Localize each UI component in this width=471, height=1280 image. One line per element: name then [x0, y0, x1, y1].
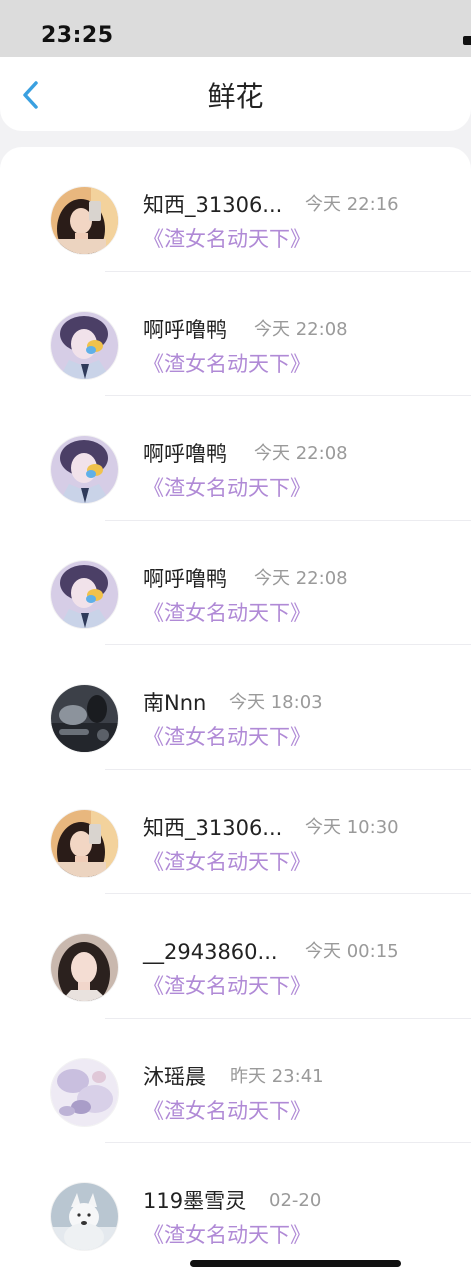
- avatar: [51, 685, 118, 752]
- user-name: 啊呼噜鸭: [143, 442, 227, 466]
- avatar: [51, 436, 118, 503]
- list-item[interactable]: 沐瑶晨 昨天 23:41 《渣女名动天下》: [0, 1019, 471, 1143]
- user-name: 啊呼噜鸭: [143, 566, 227, 591]
- nav-bar: 鲜花: [0, 57, 471, 131]
- list-item[interactable]: 啊呼噜鸭 今天 22:08 《渣女名动天下》: [0, 396, 471, 521]
- list-item[interactable]: __2943860... 今天 00:15 《渣女名动天下》: [0, 894, 471, 1019]
- timestamp: 今天 22:16: [305, 194, 399, 215]
- battery-icon: [463, 36, 471, 45]
- avatar: [51, 1058, 118, 1126]
- timestamp: 今天 22:08: [254, 567, 348, 589]
- status-time: 23:25: [41, 23, 114, 48]
- timestamp: 02-20: [269, 1190, 322, 1211]
- avatar-dark-photo-icon: [51, 685, 118, 752]
- user-name: 啊呼噜鸭: [143, 317, 227, 342]
- user-name: 沐瑶晨: [143, 1064, 206, 1089]
- avatar-girl-selfie-icon: [51, 187, 118, 254]
- avatar: [51, 809, 118, 877]
- avatar: [51, 311, 118, 379]
- avatar-girl-portrait-icon: [51, 934, 118, 1001]
- book-title-link[interactable]: 《渣女名动天下》: [143, 1221, 311, 1249]
- avatar: [51, 934, 118, 1001]
- avatar: [51, 560, 118, 628]
- book-title-link[interactable]: 《渣女名动天下》: [143, 723, 311, 751]
- book-title-link[interactable]: 《渣女名动天下》: [143, 350, 311, 378]
- timestamp: 昨天 23:41: [230, 1065, 324, 1087]
- status-bar: 23:25: [0, 0, 471, 57]
- user-name: 知西_31306...: [143, 193, 283, 217]
- avatar-anime-boy-icon: [51, 436, 118, 503]
- list-item[interactable]: 119墨雪灵 02-20 《渣女名动天下》: [0, 1143, 471, 1268]
- timestamp: 今天 18:03: [229, 692, 323, 713]
- book-title-link[interactable]: 《渣女名动天下》: [143, 225, 311, 253]
- avatar-girl-selfie-icon: [51, 809, 118, 877]
- user-name: __2943860...: [143, 940, 278, 964]
- timestamp: 今天 10:30: [305, 816, 399, 838]
- timestamp: 今天 22:08: [254, 443, 348, 464]
- list-item[interactable]: 知西_31306... 今天 10:30 《渣女名动天下》: [0, 770, 471, 894]
- book-title-link[interactable]: 《渣女名动天下》: [143, 474, 311, 502]
- page-title: 鲜花: [207, 80, 264, 113]
- user-name: 知西_31306...: [143, 815, 283, 840]
- avatar: [51, 187, 118, 254]
- avatar-anime-boy-icon: [51, 560, 118, 628]
- list-item[interactable]: 啊呼噜鸭 今天 22:08 《渣女名动天下》: [0, 521, 471, 645]
- home-indicator: [190, 1260, 401, 1267]
- avatar-pale-illustration-icon: [51, 1058, 118, 1126]
- list-item[interactable]: 知西_31306... 今天 22:16 《渣女名动天下》: [0, 147, 471, 272]
- user-name: 119墨雪灵: [143, 1189, 247, 1213]
- book-title-link[interactable]: 《渣女名动天下》: [143, 972, 311, 1000]
- avatar-white-wolf-icon: [51, 1183, 118, 1250]
- list-item[interactable]: 啊呼噜鸭 今天 22:08 《渣女名动天下》: [0, 272, 471, 396]
- avatar: [51, 1183, 118, 1250]
- book-title-link[interactable]: 《渣女名动天下》: [143, 599, 311, 627]
- user-name: 南Nnn: [143, 691, 207, 715]
- timestamp: 今天 22:08: [254, 318, 348, 340]
- flower-record-list: 知西_31306... 今天 22:16 《渣女名动天下》 啊呼噜鸭 今天 22…: [0, 147, 471, 1280]
- book-title-link[interactable]: 《渣女名动天下》: [143, 848, 311, 876]
- timestamp: 今天 00:15: [305, 941, 399, 962]
- book-title-link[interactable]: 《渣女名动天下》: [143, 1097, 311, 1125]
- avatar-anime-boy-icon: [51, 311, 118, 379]
- list-item[interactable]: 南Nnn 今天 18:03 《渣女名动天下》: [0, 645, 471, 770]
